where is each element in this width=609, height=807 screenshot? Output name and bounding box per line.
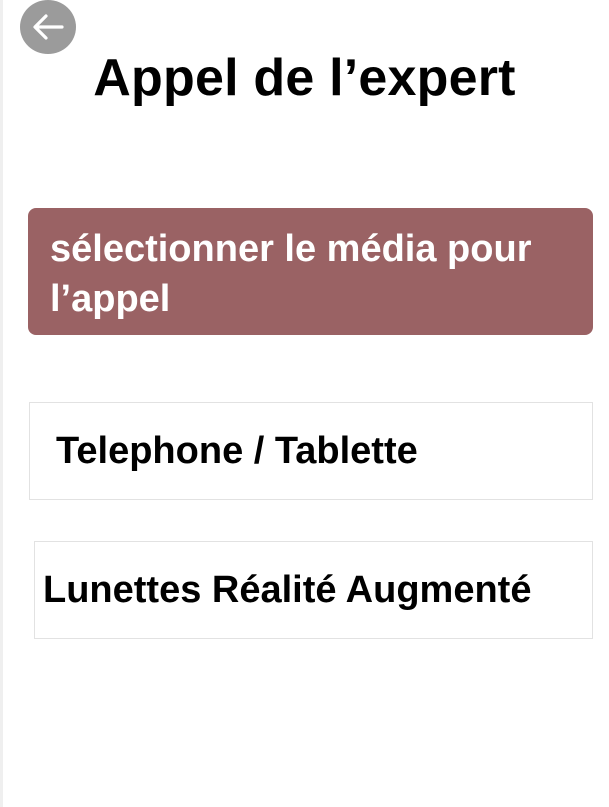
option-telephone-tablet[interactable]: Telephone / Tablette	[29, 402, 593, 500]
screen-left-edge	[0, 0, 3, 807]
arrow-left-icon	[31, 12, 65, 42]
expert-call-screen: Appel de l’expert sélectionner le média …	[0, 0, 609, 807]
option-ar-glasses[interactable]: Lunettes Réalité Augmenté	[34, 541, 593, 639]
media-selection-banner: sélectionner le média pour l’appel	[28, 208, 593, 335]
option-label: Telephone / Tablette	[56, 429, 418, 472]
banner-text: sélectionner le média pour l’appel	[50, 228, 532, 320]
back-button[interactable]	[20, 0, 76, 54]
page-title: Appel de l’expert	[93, 49, 516, 107]
option-label: Lunettes Réalité Augmenté	[43, 568, 532, 611]
